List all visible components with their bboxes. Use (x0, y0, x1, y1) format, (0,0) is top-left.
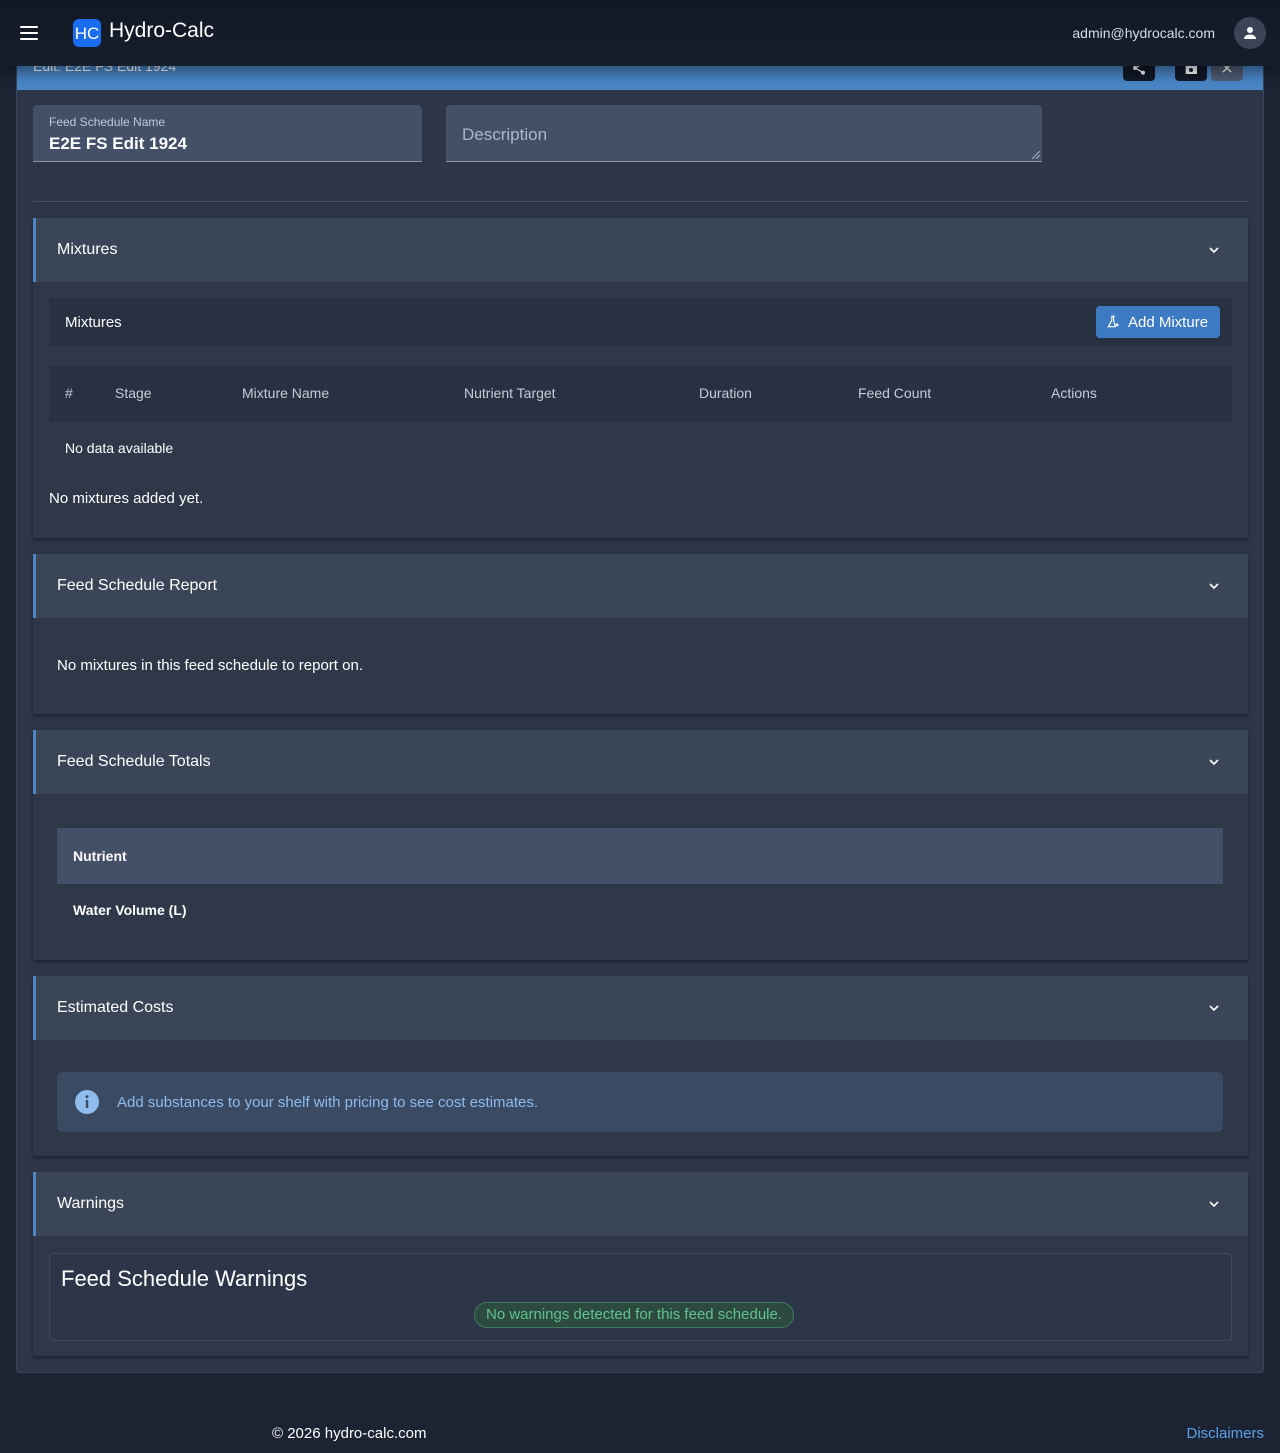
costs-panel: Estimated Costs Add substances to your s… (33, 976, 1248, 1156)
app-bar: HC Hydro-Calc admin@hydrocalc.com (0, 0, 1280, 66)
column-header-index[interactable]: # (65, 385, 73, 401)
warnings-panel: Warnings Feed Schedule Warnings No warni… (33, 1172, 1248, 1356)
column-header-mixture-name[interactable]: Mixture Name (242, 385, 329, 401)
description-field[interactable]: Description (446, 105, 1042, 162)
totals-panel-header[interactable]: Feed Schedule Totals (33, 730, 1248, 794)
column-header-actions: Actions (1051, 385, 1097, 401)
column-header-stage[interactable]: Stage (115, 385, 152, 401)
column-header-feed-count[interactable]: Feed Count (858, 385, 931, 401)
user-icon (1244, 27, 1256, 39)
chevron-down-icon (1209, 759, 1219, 766)
warnings-panel-title: Warnings (57, 1195, 124, 1212)
mixtures-empty-message: No mixtures added yet. (49, 490, 204, 507)
costs-panel-title: Estimated Costs (57, 999, 174, 1016)
feed-schedule-editor: Edit: E2E FS Edit 1924 Feed Schedule Nam… (16, 40, 1264, 1373)
totals-panel-title: Feed Schedule Totals (57, 753, 211, 770)
app-logo: HC (73, 19, 101, 47)
chevron-down-icon (1209, 1005, 1219, 1012)
info-icon (75, 1090, 99, 1114)
flask-plus-icon (1107, 315, 1119, 328)
mixtures-toolbar-title: Mixtures (65, 314, 122, 331)
column-header-duration[interactable]: Duration (699, 385, 752, 401)
table-row: Water Volume (L) (73, 902, 187, 918)
description-placeholder: Description (462, 125, 548, 144)
totals-table-header: Nutrient (57, 828, 1223, 884)
footer-copyright: © 2026 hydro-calc.com (272, 1425, 427, 1442)
warnings-panel-header[interactable]: Warnings (33, 1172, 1248, 1236)
column-header-nutrient-target[interactable]: Nutrient Target (464, 385, 556, 401)
totals-panel: Feed Schedule Totals Nutrient Water Volu… (33, 730, 1248, 960)
mixtures-toolbar: Mixtures Add Mixture (49, 298, 1232, 346)
warnings-card-title: Feed Schedule Warnings (61, 1266, 308, 1291)
chevron-down-icon (1209, 583, 1219, 590)
account-button[interactable] (1234, 17, 1266, 49)
mixtures-no-data: No data available (65, 440, 174, 456)
feed-schedule-name-label: Feed Schedule Name (49, 115, 166, 129)
cost-info-message: Add substances to your shelf with pricin… (117, 1094, 539, 1111)
add-mixture-label: Add Mixture (1128, 313, 1209, 331)
mixtures-table-header: # Stage Mixture Name Nutrient Target Dur… (49, 366, 1232, 422)
column-header-nutrient: Nutrient (73, 848, 127, 864)
menu-icon[interactable] (17, 21, 41, 45)
report-panel: Feed Schedule Report No mixtures in this… (33, 554, 1248, 714)
mixtures-panel: Mixtures Mixtures Add Mixture # Stage Mi… (33, 218, 1248, 538)
status-badge: No warnings detected for this feed sched… (474, 1302, 795, 1328)
chevron-down-icon (1209, 1201, 1219, 1208)
cost-info-alert: Add substances to your shelf with pricin… (57, 1072, 1223, 1132)
feed-schedule-name-value[interactable]: E2E FS Edit 1924 (49, 134, 187, 154)
user-email: admin@hydrocalc.com (1072, 25, 1215, 41)
mixtures-panel-header[interactable]: Mixtures (33, 218, 1248, 282)
report-empty-message: No mixtures in this feed schedule to rep… (57, 657, 363, 674)
costs-panel-header[interactable]: Estimated Costs (33, 976, 1248, 1040)
section-divider (33, 201, 1248, 202)
disclaimers-link[interactable]: Disclaimers (1186, 1425, 1264, 1442)
report-panel-header[interactable]: Feed Schedule Report (33, 554, 1248, 618)
resize-grip-icon[interactable] (1032, 151, 1040, 159)
chevron-down-icon (1209, 247, 1219, 254)
warnings-card: Feed Schedule Warnings No warnings detec… (49, 1253, 1232, 1341)
add-mixture-button[interactable]: Add Mixture (1096, 306, 1220, 338)
mixtures-panel-title: Mixtures (57, 241, 118, 258)
report-panel-title: Feed Schedule Report (57, 577, 218, 594)
app-title: Hydro-Calc (109, 19, 215, 42)
feed-schedule-name-field[interactable]: Feed Schedule Name E2E FS Edit 1924 (33, 105, 422, 162)
